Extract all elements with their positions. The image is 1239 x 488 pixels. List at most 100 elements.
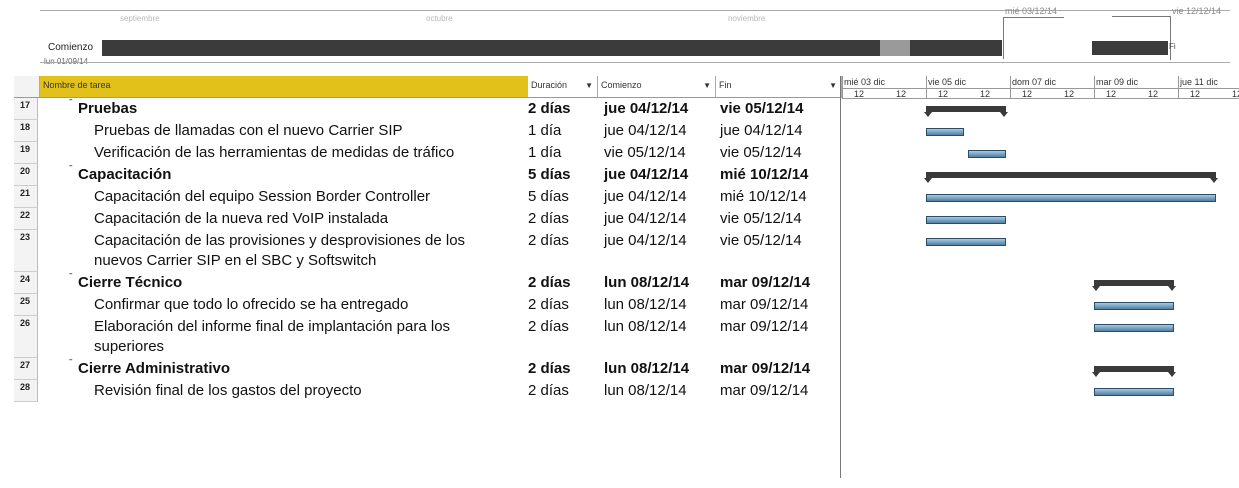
task-row[interactable]: 21 Capacitación del equipo Session Border…: [14, 186, 840, 208]
task-name[interactable]: Verificación de las herramientas de medi…: [94, 142, 454, 164]
collapse-icon[interactable]: ˉ: [69, 164, 73, 176]
task-duration[interactable]: 2 días: [528, 318, 569, 335]
gantt-task-bar[interactable]: [926, 194, 1216, 202]
task-duration[interactable]: 2 días: [528, 360, 571, 377]
task-duration[interactable]: 5 días: [528, 188, 569, 205]
task-row[interactable]: 23 Capacitación de las provisiones y desp…: [14, 230, 840, 272]
summary-task-row[interactable]: 17 ˉ Pruebas 2 días jue 04/12/14 vie 05/12/14: [14, 98, 840, 120]
task-duration[interactable]: 2 días: [528, 232, 569, 249]
gantt-summary-bar[interactable]: [1092, 366, 1176, 377]
task-start[interactable]: lun 08/12/14: [604, 274, 689, 291]
task-end[interactable]: vie 05/12/14: [720, 100, 803, 117]
task-name[interactable]: Capacitación: [78, 164, 171, 186]
row-index[interactable]: 22: [14, 208, 38, 230]
collapse-icon[interactable]: ˉ: [69, 358, 73, 370]
timeline-right-bar[interactable]: [1092, 41, 1168, 55]
task-row[interactable]: 22 Capacitación de la nueva red VoIP inst…: [14, 208, 840, 230]
gantt-task-bar[interactable]: [926, 216, 1006, 224]
task-duration[interactable]: 2 días: [528, 274, 571, 291]
gantt-task-bar[interactable]: [1094, 388, 1174, 396]
task-end[interactable]: vie 05/12/14: [720, 144, 802, 161]
task-name[interactable]: Capacitación de la nueva red VoIP instal…: [94, 208, 388, 230]
task-row[interactable]: 26 Elaboración del informe final de impla…: [14, 316, 840, 358]
task-name[interactable]: Pruebas de llamadas con el nuevo Carrier…: [94, 120, 403, 142]
chevron-down-icon[interactable]: ▼: [585, 81, 593, 90]
task-end[interactable]: mar 09/12/14: [720, 274, 810, 291]
gantt-task-bar[interactable]: [926, 238, 1006, 246]
task-end[interactable]: mar 09/12/14: [720, 318, 808, 335]
task-end[interactable]: mié 10/12/14: [720, 188, 807, 205]
task-name[interactable]: Pruebas: [78, 98, 137, 120]
task-end[interactable]: jue 04/12/14: [720, 122, 803, 139]
task-start[interactable]: lun 08/12/14: [604, 296, 687, 313]
task-name[interactable]: Cierre Administrativo: [78, 358, 230, 380]
collapse-icon[interactable]: ˉ: [69, 98, 73, 110]
task-end[interactable]: vie 05/12/14: [720, 210, 802, 227]
task-start[interactable]: jue 04/12/14: [604, 122, 687, 139]
task-duration[interactable]: 2 días: [528, 210, 569, 227]
chevron-down-icon[interactable]: ▼: [829, 81, 837, 90]
gantt-divider[interactable]: [840, 76, 841, 478]
task-duration[interactable]: 1 día: [528, 144, 561, 161]
column-header-start[interactable]: Comienzo ▼: [598, 76, 716, 98]
gantt-task-bar[interactable]: [1094, 324, 1174, 332]
task-row[interactable]: 18 Pruebas de llamadas con el nuevo Carri…: [14, 120, 840, 142]
task-start[interactable]: jue 04/12/14: [604, 188, 687, 205]
summary-task-row[interactable]: 24 ˉ Cierre Técnico 2 días lun 08/12/14 mar 0…: [14, 272, 840, 294]
task-start[interactable]: lun 08/12/14: [604, 360, 689, 377]
task-start[interactable]: lun 08/12/14: [604, 382, 687, 399]
task-start[interactable]: jue 04/12/14: [604, 166, 688, 183]
task-start[interactable]: vie 05/12/14: [604, 144, 686, 161]
task-name[interactable]: Capacitación del equipo Session Border C…: [94, 186, 430, 208]
row-index[interactable]: 26: [14, 316, 38, 358]
task-start[interactable]: lun 08/12/14: [604, 318, 687, 335]
task-duration[interactable]: 5 días: [528, 166, 571, 183]
row-index[interactable]: 17: [14, 98, 38, 120]
task-name[interactable]: Capacitación de las provisiones y despro…: [94, 230, 465, 252]
task-name[interactable]: Confirmar que todo lo ofrecido se ha ent…: [94, 294, 408, 316]
timeline-bar[interactable]: [102, 40, 1002, 56]
row-index[interactable]: 25: [14, 294, 38, 316]
summary-task-row[interactable]: 27 ˉ Cierre Administrativo 2 días lun 08/12/…: [14, 358, 840, 380]
task-duration[interactable]: 2 días: [528, 100, 571, 117]
row-index[interactable]: 27: [14, 358, 38, 380]
row-index-header[interactable]: [14, 76, 40, 98]
gantt-task-bar[interactable]: [968, 150, 1006, 158]
collapse-icon[interactable]: ˉ: [69, 272, 73, 284]
gantt-summary-bar[interactable]: [924, 172, 1218, 183]
task-end[interactable]: mar 09/12/14: [720, 296, 808, 313]
task-duration[interactable]: 2 días: [528, 296, 569, 313]
gantt-summary-bar[interactable]: [1092, 280, 1176, 291]
task-row[interactable]: 19 Verificación de las herramientas de me…: [14, 142, 840, 164]
row-index[interactable]: 24: [14, 272, 38, 294]
column-header-name[interactable]: Nombre de tarea ▼: [40, 76, 552, 98]
timeline-view[interactable]: septiembre octubre noviembre Comienzo lu…: [0, 0, 1239, 70]
summary-task-row[interactable]: 20 ˉ Capacitación 5 días jue 04/12/14 mié 10/…: [14, 164, 840, 186]
task-name[interactable]: Revisión final de los gastos del proyect…: [94, 380, 362, 402]
gantt-chart[interactable]: mié 03 dic vie 05 dic dom 07 dic mar 09 dic…: [842, 76, 1239, 476]
column-header-end[interactable]: Fin ▼: [716, 76, 842, 98]
task-end[interactable]: vie 05/12/14: [720, 232, 802, 249]
row-index[interactable]: 21: [14, 186, 38, 208]
row-index[interactable]: 28: [14, 380, 38, 402]
gantt-summary-bar[interactable]: [924, 106, 1008, 117]
gantt-task-bar[interactable]: [1094, 302, 1174, 310]
task-duration[interactable]: 1 día: [528, 122, 561, 139]
task-duration[interactable]: 2 días: [528, 382, 569, 399]
gantt-task-bar[interactable]: [926, 128, 964, 136]
task-name[interactable]: Cierre Técnico: [78, 272, 182, 294]
task-start[interactable]: jue 04/12/14: [604, 100, 688, 117]
task-start[interactable]: jue 04/12/14: [604, 232, 687, 249]
row-index[interactable]: 20: [14, 164, 38, 186]
row-index[interactable]: 19: [14, 142, 38, 164]
task-end[interactable]: mar 09/12/14: [720, 360, 810, 377]
task-row[interactable]: 25 Confirmar que todo lo ofrecido se ha e…: [14, 294, 840, 316]
task-row[interactable]: 28 Revisión final de los gastos del proye…: [14, 380, 840, 402]
chevron-down-icon[interactable]: ▼: [703, 81, 711, 90]
row-index[interactable]: 18: [14, 120, 38, 142]
row-index[interactable]: 23: [14, 230, 38, 272]
task-end[interactable]: mar 09/12/14: [720, 382, 808, 399]
column-header-duration[interactable]: Duración ▼: [528, 76, 598, 98]
task-end[interactable]: mié 10/12/14: [720, 166, 808, 183]
task-name[interactable]: Elaboración del informe final de implant…: [94, 316, 450, 338]
